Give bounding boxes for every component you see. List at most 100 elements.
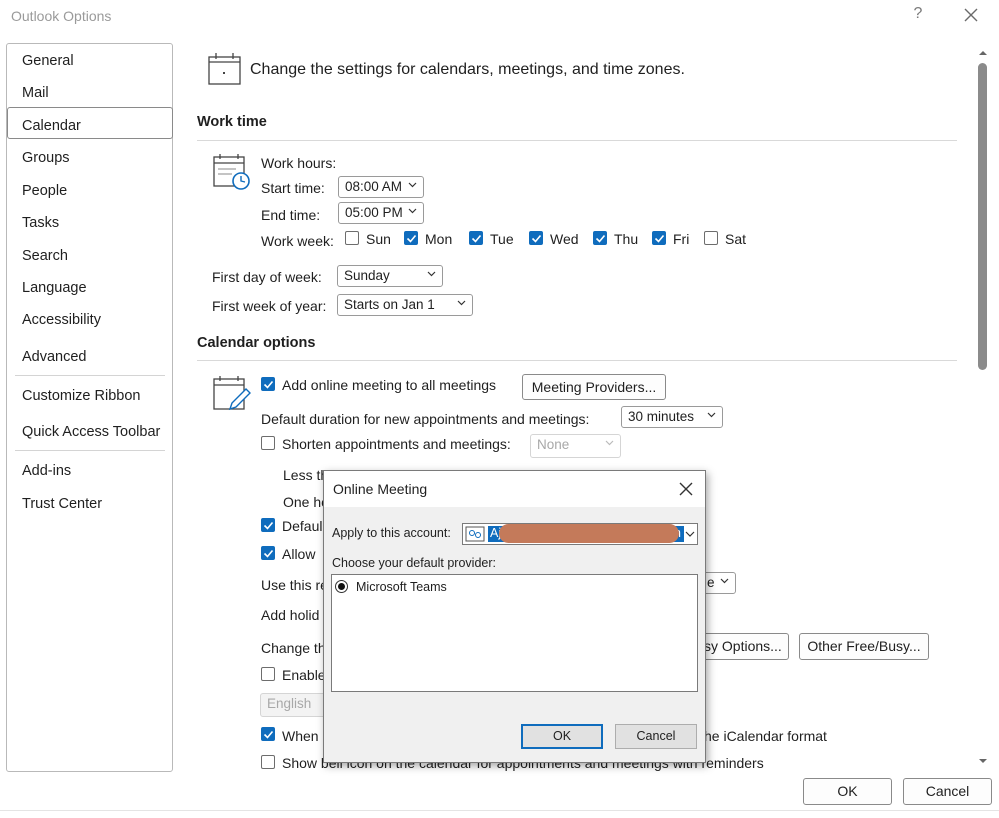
ok-button[interactable]: OK: [803, 778, 892, 805]
work-week-label: Work week:: [261, 233, 334, 249]
end-time-select[interactable]: 05:00 PM: [338, 202, 424, 224]
first-day-label: First day of week:: [212, 269, 322, 285]
sidebar-item-quick-access-toolbar[interactable]: Quick Access Toolbar: [22, 424, 160, 440]
apply-account-label: Apply to this account:: [332, 526, 451, 540]
calendar-edit-icon: [213, 376, 251, 411]
start-time-label: Start time:: [261, 180, 325, 196]
add-online-meeting-label: Add online meeting to all meetings: [282, 377, 497, 393]
sidebar-item-accessibility[interactable]: Accessibility: [22, 312, 101, 328]
sidebar-item-mail[interactable]: Mail: [22, 85, 49, 101]
checkmark-icon: [263, 521, 274, 530]
sidebar-item-trust-center[interactable]: Trust Center: [22, 496, 102, 512]
icalendar-label-end: he iCalendar format: [704, 728, 827, 744]
chevron-down-icon: [720, 578, 729, 584]
start-time-value: 08:00 AM: [345, 179, 403, 194]
day-label-fri: Fri: [673, 231, 690, 247]
checkmark-icon: [263, 549, 274, 558]
allow-attendees-label: Allow: [282, 546, 316, 562]
alternate-calendar-language-select: English: [260, 693, 330, 717]
checkbox-shorten-appointments[interactable]: [261, 436, 275, 450]
chevron-down-icon: [605, 440, 614, 446]
checkbox-show-bell-icon[interactable]: [261, 755, 275, 769]
start-time-select[interactable]: 08:00 AM: [338, 176, 424, 198]
close-icon: [964, 8, 978, 22]
shorten-value: None: [537, 437, 570, 452]
day-label-sun: Sun: [366, 231, 391, 247]
day-label-mon: Mon: [425, 231, 453, 247]
checkbox-add-online-meeting[interactable]: [261, 377, 275, 391]
first-week-select[interactable]: Starts on Jan 1: [337, 294, 473, 316]
day-label-sat: Sat: [725, 231, 747, 247]
checkmark-icon: [531, 234, 542, 243]
icalendar-label-start: When: [282, 728, 319, 744]
account-select[interactable]: Aj n: [462, 523, 698, 545]
less-than-label: Less th: [283, 467, 329, 483]
default-duration-value: 30 minutes: [628, 409, 695, 424]
account-icon: [465, 526, 485, 542]
dialog-close-button[interactable]: [676, 479, 696, 499]
scroll-up-icon[interactable]: [976, 48, 990, 58]
checkmark-icon: [406, 234, 417, 243]
default-duration-select[interactable]: 30 minutes: [621, 406, 723, 428]
close-icon: [679, 482, 693, 496]
checkbox-tue[interactable]: [469, 231, 483, 245]
checkbox-allow-attendees[interactable]: [261, 546, 275, 560]
meeting-providers-button[interactable]: Meeting Providers...: [522, 374, 666, 400]
shorten-select: None: [530, 434, 621, 458]
radio-microsoft-teams[interactable]: [334, 579, 349, 594]
scroll-down-icon[interactable]: [976, 756, 990, 766]
sidebar-divider: [15, 375, 165, 376]
checkbox-mon[interactable]: [404, 231, 418, 245]
help-button[interactable]: ?: [910, 5, 926, 23]
provider-list: Microsoft Teams: [331, 574, 698, 692]
day-label-thu: Thu: [614, 231, 639, 247]
sidebar-item-search[interactable]: Search: [22, 248, 68, 264]
work-hours-label: Work hours:: [261, 155, 337, 171]
options-sidebar: General Mail Calendar Groups People Task…: [6, 43, 173, 772]
dialog-title: Online Meeting: [333, 481, 428, 497]
cancel-button[interactable]: Cancel: [903, 778, 992, 805]
dialog-ok-button[interactable]: OK: [521, 724, 603, 749]
chevron-down-icon: [707, 412, 716, 418]
checkbox-icalendar-format[interactable]: [261, 727, 275, 741]
sidebar-item-groups[interactable]: Groups: [22, 150, 70, 166]
default-reminders-label: Defaul: [282, 518, 323, 534]
other-free-busy-button[interactable]: Other Free/Busy...: [799, 633, 929, 660]
checkbox-fri[interactable]: [652, 231, 666, 245]
sidebar-item-tasks[interactable]: Tasks: [22, 215, 59, 231]
checkbox-sat[interactable]: [704, 231, 718, 245]
section-heading-work-time: Work time: [197, 114, 267, 130]
checkbox-default-reminders[interactable]: [261, 518, 275, 532]
first-week-label: First week of year:: [212, 298, 327, 314]
sidebar-item-customize-ribbon[interactable]: Customize Ribbon: [22, 388, 140, 404]
scrollbar-thumb[interactable]: [978, 63, 987, 370]
window-bottom-edge: [0, 810, 999, 811]
checkmark-icon: [263, 380, 274, 389]
checkbox-enable-alternate-calendar[interactable]: [261, 667, 275, 681]
checkbox-wed[interactable]: [529, 231, 543, 245]
sidebar-item-calendar[interactable]: Calendar: [22, 118, 81, 134]
sidebar-item-language[interactable]: Language: [22, 280, 87, 296]
close-window-button[interactable]: [960, 4, 982, 26]
use-this-response-label: Use this re: [261, 577, 328, 593]
first-day-select[interactable]: Sunday: [337, 265, 443, 287]
add-holidays-label: Add holid: [261, 607, 320, 623]
radio-selected-icon: [335, 580, 348, 593]
calendar-icon: [208, 53, 241, 85]
window-title: Outlook Options: [11, 8, 112, 24]
sidebar-item-people[interactable]: People: [22, 183, 67, 199]
sidebar-item-general[interactable]: General: [22, 53, 74, 69]
chevron-down-icon: [685, 531, 695, 537]
online-meeting-dialog: Online Meeting Apply to this account: Aj…: [323, 470, 706, 763]
checkmark-icon: [263, 730, 274, 739]
checkbox-thu[interactable]: [593, 231, 607, 245]
sidebar-item-add-ins[interactable]: Add-ins: [22, 463, 71, 479]
response-value: e: [707, 575, 715, 590]
page-description: Change the settings for calendars, meeti…: [250, 61, 685, 78]
dialog-cancel-button[interactable]: Cancel: [615, 724, 697, 749]
checkbox-sun[interactable]: [345, 231, 359, 245]
checkmark-icon: [654, 234, 665, 243]
sidebar-item-advanced[interactable]: Advanced: [22, 349, 87, 365]
change-permissions-label: Change th: [261, 640, 326, 656]
checkmark-icon: [595, 234, 606, 243]
